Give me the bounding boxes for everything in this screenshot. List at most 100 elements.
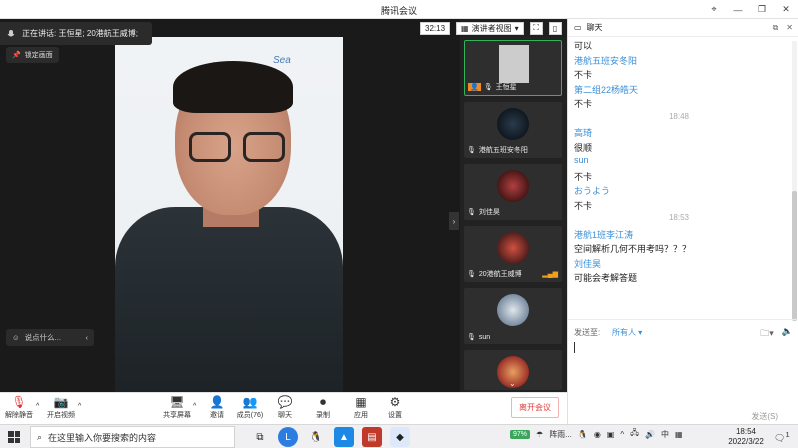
meeting-timer: 32:13 [420, 21, 451, 35]
chat-button[interactable]: 💬 聊天 [270, 395, 300, 420]
lock-view-label: 锁定画面 [24, 52, 53, 59]
chat-message-text: 不卡 [574, 171, 593, 182]
chat-message-text: 空间解析几何不用考吗？？？ [574, 244, 692, 254]
settings-button[interactable]: ⚙ 设置 [380, 395, 410, 420]
chat-label: 聊天 [278, 412, 292, 419]
qq-icon[interactable]: 🐧 [306, 427, 326, 447]
chat-timestamp: 18:53 [668, 213, 690, 222]
close-icon[interactable]: ✕ [786, 23, 793, 33]
participant-name: 20港航王威博 [478, 271, 522, 278]
send-to-select[interactable]: 所有人 ▾ [612, 327, 642, 338]
chat-message-text: 可能会考解答题 [574, 273, 638, 283]
mic-muted-icon: 🎙 [467, 334, 476, 341]
participant-tile[interactable]: 👤 🎙 王恒星 [464, 40, 562, 96]
system-tray: 97% ☂ 阵雨... 🐧 ◉ ▣ ^ 🖧 🔊 中 ▦ [510, 427, 683, 441]
close-button[interactable]: ✕ [774, 0, 798, 19]
clock[interactable]: 18:54 2022/3/22 [722, 427, 770, 447]
participant-tile[interactable]: 🎙 20港航王威博 ▂▄▆ [464, 226, 562, 282]
say-placeholder: 说点什么... [24, 333, 61, 342]
participant-photo [499, 45, 529, 83]
leave-meeting-button[interactable]: 离开会议 [511, 397, 559, 418]
weather-text[interactable]: 阵雨... [549, 429, 572, 440]
tencent-meeting-icon[interactable]: ◆ [390, 427, 410, 447]
pin-icon: 📌 [12, 52, 21, 59]
app-l-icon[interactable]: L [278, 427, 298, 447]
chevron-up-icon[interactable]: ^ [620, 430, 624, 439]
camera-tray-icon[interactable]: ▣ [607, 430, 615, 439]
record-button[interactable]: ⏺ 录制 [308, 395, 338, 420]
scroll-thumb[interactable] [792, 191, 797, 321]
share-screen-button[interactable]: 🖥 共享屏幕 [162, 395, 192, 420]
chat-input[interactable] [574, 342, 575, 353]
speaker-icon[interactable]: 🔈 [782, 326, 793, 342]
participant-tile[interactable]: 🎙 sun [464, 288, 562, 344]
members-icon: 👥 [242, 395, 258, 409]
fullscreen-button[interactable]: ⛶ [529, 21, 543, 35]
qq-tray-icon[interactable]: 🐧 [578, 430, 588, 439]
participant-tile[interactable]: ⌄ [464, 350, 562, 390]
popout-icon[interactable]: ⧉ [773, 23, 779, 33]
volume-icon[interactable]: 🔊 [645, 430, 655, 439]
invite-button[interactable]: 👤 邀请 [202, 395, 232, 420]
chat-panel: ▭ 聊天 ⧉ ✕ 可以 港航五班安冬阳 不卡 第二组22杨皓天 不卡 18:48 高琦 很顺 s… [567, 19, 798, 424]
mic-muted-icon: 🎙 [11, 395, 27, 409]
host-icon: 👤 [468, 83, 481, 91]
pin-icon[interactable]: ⌖ [702, 0, 726, 19]
clock-time: 18:54 [735, 427, 757, 436]
chevron-up-icon[interactable]: ^ [193, 403, 196, 410]
grid-icon[interactable]: ▦ [675, 430, 683, 439]
participant-tile[interactable]: 🎙 港航五班安冬阳 [464, 102, 562, 158]
video-label: 开启视频 [47, 412, 75, 419]
say-something-input[interactable]: ☺ 说点什么... ‹ [6, 329, 94, 346]
ime-indicator[interactable]: 中 [661, 429, 669, 440]
tray-app-icon[interactable]: ◉ [594, 430, 601, 439]
chevron-up-icon[interactable]: ^ [36, 403, 39, 410]
chevron-up-icon[interactable]: ^ [78, 403, 81, 410]
notification-icon[interactable]: 🗨1 [774, 430, 790, 444]
speaker-video: Sea [115, 37, 343, 392]
record-icon: ⏺ [319, 395, 326, 409]
network-icon[interactable]: 🖧 [630, 427, 639, 441]
sidebar-toggle-button[interactable]: ▯ [548, 21, 562, 35]
folder-icon[interactable]: 🗀▾ [760, 326, 774, 342]
windows-start-icon[interactable] [8, 431, 20, 443]
task-view-icon[interactable]: ⧉ [250, 427, 270, 447]
lock-view-button[interactable]: 📌 锁定画面 [6, 47, 59, 63]
chevron-left-icon[interactable]: ‹ [86, 333, 95, 342]
chat-sender: 第二组22杨皓天 [574, 84, 639, 95]
view-mode-select[interactable]: ▦ 演讲者视图 ▾ [456, 21, 524, 35]
participant-tile[interactable]: 🎙 刘佳昊 [464, 164, 562, 220]
chat-sender: 刘佳昊 [574, 258, 602, 269]
minimize-button[interactable]: — [726, 0, 750, 19]
glasses-left [189, 132, 231, 162]
video-button[interactable]: 📷 开启视频 [46, 395, 76, 420]
speaking-indicator: 正在讲话: 王恒星; 20港航王威博; [0, 22, 152, 45]
app-red-icon[interactable]: ▤ [362, 427, 382, 447]
participant-avatar [497, 108, 529, 140]
chevron-down-icon: ▾ [514, 23, 519, 33]
maximize-button[interactable]: ❐ [750, 0, 774, 19]
participant-avatar [497, 294, 529, 326]
record-label: 录制 [316, 412, 330, 419]
chat-sender: 港航1班李江涛 [574, 229, 634, 240]
collapse-list-button[interactable]: › [449, 212, 459, 230]
members-button[interactable]: 👥 成员(76) [235, 395, 265, 420]
wall-poster-text: Sea [273, 55, 291, 66]
signal-icon: ▂▄▆ [542, 271, 558, 278]
apps-button[interactable]: ▦ 应用 [346, 395, 376, 420]
send-button[interactable]: 发送(S) [751, 411, 778, 422]
mute-label: 解除静音 [5, 412, 33, 419]
taskbar-search[interactable]: ⌕ 在这里输入你要搜索的内容 [30, 426, 235, 448]
view-mode-label: 演讲者视图 [471, 23, 512, 33]
mute-button[interactable]: 🎙 解除静音 [4, 395, 34, 420]
members-label: 成员(76) [236, 412, 264, 419]
battery-indicator[interactable]: 97% [510, 429, 531, 439]
chevron-down-icon[interactable]: ⌄ [509, 379, 516, 388]
chat-timestamp: 18:48 [668, 111, 690, 121]
notification-count: 1 [785, 430, 790, 439]
chat-scrollbar[interactable] [792, 41, 797, 321]
mic-icon: 🎙 [483, 84, 493, 91]
mic-icon [7, 29, 15, 36]
photos-icon[interactable]: ▲ [334, 427, 354, 447]
chat-header: ▭ 聊天 ⧉ ✕ [568, 19, 798, 37]
